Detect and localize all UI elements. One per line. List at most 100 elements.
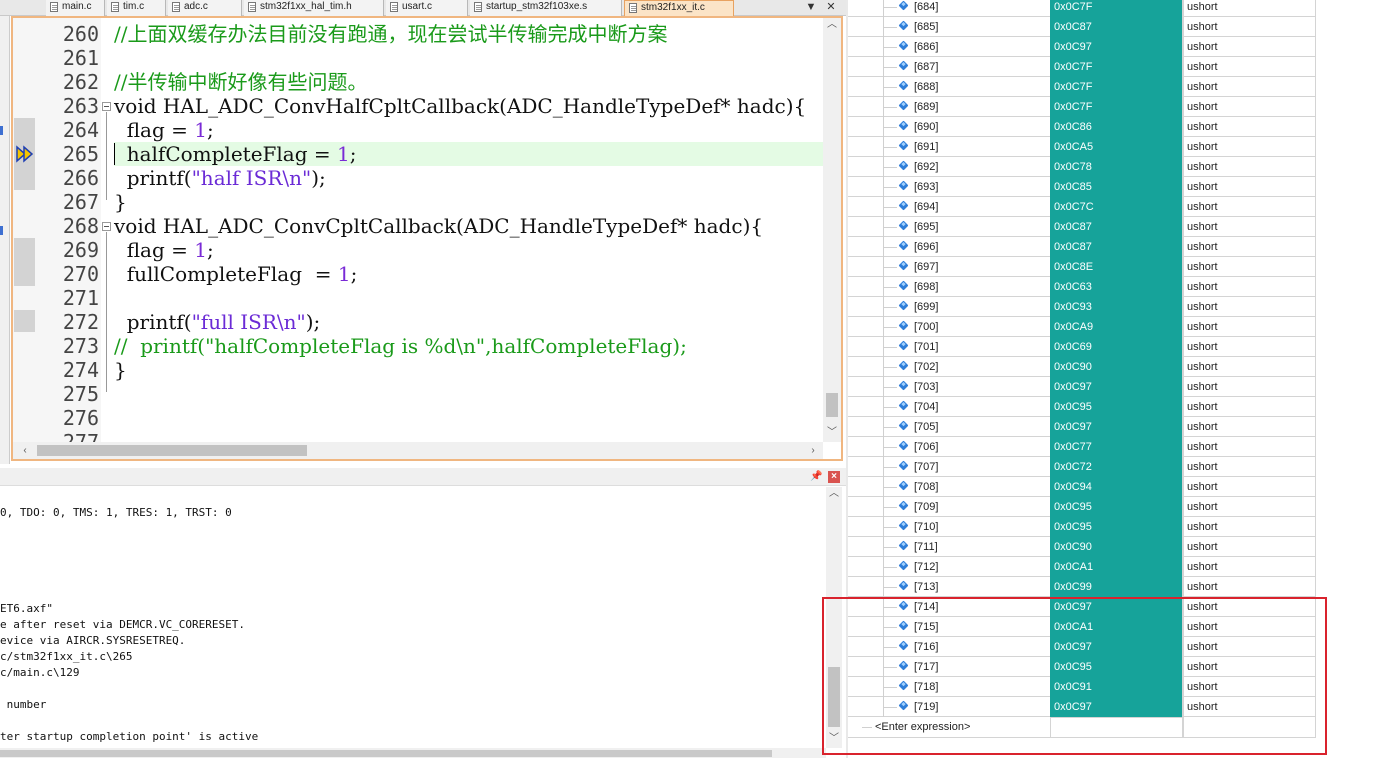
editor-horizontal-scrollbar[interactable]: ‹ › (13, 442, 823, 459)
close-icon[interactable]: × (828, 471, 840, 483)
tab-stm32f1xx-it-c[interactable]: stm32f1xx_it.c (624, 0, 734, 16)
watch-row[interactable]: [717] 0x0C95 ushort (848, 657, 1316, 677)
watch-item-value[interactable]: 0x0C63 (1050, 277, 1183, 297)
breakpoint-margin-marker[interactable] (14, 310, 35, 332)
line-number-gutter[interactable]: 260 261 262 263 264 265 266 267 268 269 270 271 272 2… (13, 18, 101, 442)
tab-adc-c[interactable]: adc.c (168, 0, 242, 16)
watch-item-value[interactable]: 0x0C97 (1050, 597, 1183, 617)
watch-row[interactable]: [718] 0x0C91 ushort (848, 677, 1316, 697)
scroll-down-icon[interactable]: ﹀ (823, 426, 841, 440)
scroll-right-icon[interactable]: › (805, 442, 821, 459)
code-line[interactable] (114, 406, 823, 430)
code-line[interactable] (114, 430, 823, 442)
watch-row[interactable]: [703] 0x0C97 ushort (848, 377, 1316, 397)
watch-row[interactable]: [706] 0x0C77 ushort (848, 437, 1316, 457)
command-output[interactable]: 0, TDO: 0, TMS: 1, TRES: 1, TRST: 0 ET6.a… (0, 487, 846, 758)
watch-item-value[interactable]: 0x0C95 (1050, 517, 1183, 537)
code-view[interactable]: 260 261 262 263 264 265 266 267 268 269 270 271 272 2… (13, 18, 823, 442)
watch-row[interactable]: [697] 0x0C8E ushort (848, 257, 1316, 277)
watch-item-value[interactable]: 0x0C97 (1050, 697, 1183, 717)
watch-row[interactable]: [687] 0x0C7F ushort (848, 57, 1316, 77)
code-line[interactable]: printf("full ISR\n"); (114, 310, 823, 334)
watch-row[interactable]: [700] 0x0CA9 ushort (848, 317, 1316, 337)
code-line[interactable]: //半传输中断好像有些问题。 (114, 70, 823, 94)
watch-row[interactable]: [693] 0x0C85 ushort (848, 177, 1316, 197)
tab-stm32f1xx-hal-tim-h[interactable]: stm32f1xx_hal_tim.h (244, 0, 384, 16)
current-code-line[interactable]: halfCompleteFlag = 1; (114, 142, 823, 166)
watch-row[interactable]: [715] 0x0CA1 ushort (848, 617, 1316, 637)
watch-item-value[interactable]: 0x0C87 (1050, 237, 1183, 257)
watch-item-value[interactable]: 0x0C90 (1050, 357, 1183, 377)
watch-item-value[interactable]: 0x0C90 (1050, 537, 1183, 557)
watch-item-value[interactable]: 0x0C93 (1050, 297, 1183, 317)
scroll-left-icon[interactable]: ‹ (17, 442, 33, 459)
watch-item-value[interactable]: 0x0C87 (1050, 217, 1183, 237)
watch-item-value[interactable]: 0x0C87 (1050, 17, 1183, 37)
scrollbar-thumb[interactable] (0, 750, 772, 757)
watch-item-value[interactable]: 0x0C7F (1050, 97, 1183, 117)
breakpoint-margin-marker[interactable] (14, 238, 35, 286)
watch-item-value[interactable]: 0x0C69 (1050, 337, 1183, 357)
code-line[interactable]: flag = 1; (114, 118, 823, 142)
watch-row[interactable]: [685] 0x0C87 ushort (848, 17, 1316, 37)
watch-item-value[interactable]: 0x0C99 (1050, 577, 1183, 597)
watch-row[interactable]: [690] 0x0C86 ushort (848, 117, 1316, 137)
watch-item-value[interactable]: 0x0C97 (1050, 417, 1183, 437)
code-line[interactable]: flag = 1; (114, 238, 823, 262)
watch-item-value[interactable]: 0x0C94 (1050, 477, 1183, 497)
watch-row[interactable]: [688] 0x0C7F ushort (848, 77, 1316, 97)
enter-expression-value-cell[interactable] (1050, 717, 1183, 738)
watch-row[interactable]: [699] 0x0C93 ushort (848, 297, 1316, 317)
watch-row[interactable]: [684] 0x0C7F ushort (848, 0, 1316, 17)
code-line[interactable] (114, 382, 823, 406)
code-line[interactable]: //上面双缓存办法目前没有跑通，现在尝试半传输完成中断方案 (114, 22, 823, 46)
watch-item-value[interactable]: 0x0C8E (1050, 257, 1183, 277)
tab-main-c[interactable]: main.c (46, 0, 105, 16)
watch-row[interactable]: [713] 0x0C99 ushort (848, 577, 1316, 597)
watch-item-value[interactable]: 0x0C97 (1050, 37, 1183, 57)
watch-row[interactable]: [716] 0x0C97 ushort (848, 637, 1316, 657)
fold-toggle-icon[interactable] (102, 222, 111, 231)
watch-item-value[interactable]: 0x0CA1 (1050, 557, 1183, 577)
watch-row[interactable]: [698] 0x0C63 ushort (848, 277, 1316, 297)
watch-item-value[interactable]: 0x0C97 (1050, 377, 1183, 397)
watch-item-value[interactable]: 0x0CA1 (1050, 617, 1183, 637)
tab-list-dropdown-icon[interactable]: ▼ (802, 0, 820, 16)
scrollbar-thumb[interactable] (828, 667, 840, 727)
watch-item-value[interactable]: 0x0C95 (1050, 397, 1183, 417)
fold-toggle-icon[interactable] (102, 102, 111, 111)
scrollbar-thumb[interactable] (37, 445, 307, 456)
watch-row[interactable]: [702] 0x0C90 ushort (848, 357, 1316, 377)
watch-row[interactable]: [695] 0x0C87 ushort (848, 217, 1316, 237)
watch-row[interactable]: [709] 0x0C95 ushort (848, 497, 1316, 517)
watch-window[interactable]: [684] 0x0C7F ushort [685] 0x0C87 ushort [686] 0… (848, 0, 1316, 758)
watch-item-value[interactable]: 0x0C78 (1050, 157, 1183, 177)
code-line[interactable]: void HAL_ADC_ConvCpltCallback(ADC_Handle… (114, 214, 823, 238)
watch-item-value[interactable]: 0x0C86 (1050, 117, 1183, 137)
code-line[interactable]: void HAL_ADC_ConvHalfCpltCallback(ADC_Ha… (114, 94, 823, 118)
watch-row[interactable]: [704] 0x0C95 ushort (848, 397, 1316, 417)
scrollbar-thumb[interactable] (826, 393, 838, 417)
watch-item-value[interactable]: 0x0C72 (1050, 457, 1183, 477)
watch-item-value[interactable]: 0x0C91 (1050, 677, 1183, 697)
watch-row[interactable]: [696] 0x0C87 ushort (848, 237, 1316, 257)
watch-item-value[interactable]: 0x0C97 (1050, 637, 1183, 657)
watch-row[interactable]: [707] 0x0C72 ushort (848, 457, 1316, 477)
editor-vertical-scrollbar[interactable]: ︿ ﹀ (823, 18, 841, 442)
watch-item-value[interactable]: 0x0CA9 (1050, 317, 1183, 337)
watch-row[interactable]: [710] 0x0C95 ushort (848, 517, 1316, 537)
watch-row[interactable]: [708] 0x0C94 ushort (848, 477, 1316, 497)
output-vertical-scrollbar[interactable]: ︿ ﹀ (826, 487, 842, 748)
watch-row[interactable]: [705] 0x0C97 ushort (848, 417, 1316, 437)
code-line[interactable] (114, 286, 823, 310)
scroll-up-icon[interactable]: ︿ (826, 487, 842, 501)
watch-row[interactable]: [689] 0x0C7F ushort (848, 97, 1316, 117)
watch-row[interactable]: [714] 0x0C97 ushort (848, 597, 1316, 617)
tab-usart-c[interactable]: usart.c (386, 0, 468, 16)
watch-row[interactable]: [712] 0x0CA1 ushort (848, 557, 1316, 577)
watch-row[interactable]: [701] 0x0C69 ushort (848, 337, 1316, 357)
watch-item-value[interactable]: 0x0C95 (1050, 657, 1183, 677)
watch-item-value[interactable]: 0x0C7F (1050, 57, 1183, 77)
watch-item-value[interactable]: 0x0CA5 (1050, 137, 1183, 157)
enter-expression-row[interactable]: <Enter expression> (848, 717, 1316, 738)
